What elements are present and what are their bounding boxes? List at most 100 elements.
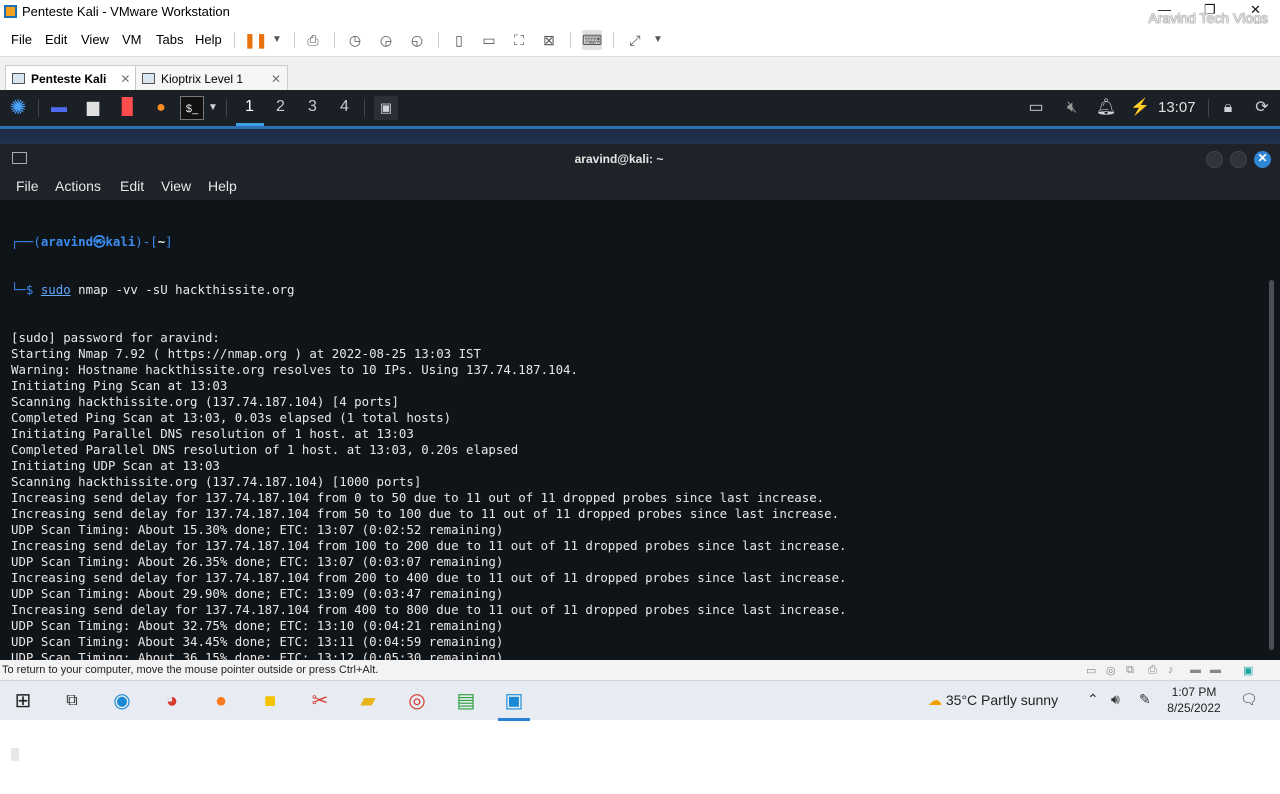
text-editor-icon[interactable]: ▉ (116, 96, 140, 120)
terminal-output-area[interactable]: ┌──(aravind㉿kali)-[~] └─$ sudo nmap -vv … (0, 200, 1280, 761)
close-tab-icon[interactable]: ✕ (271, 72, 281, 86)
tab-label: Kioptrix Level 1 (161, 71, 244, 86)
toolbar-separator (294, 32, 295, 48)
output-line: Initiating Ping Scan at 13:03 (11, 378, 228, 393)
refresh-icon[interactable]: ⟳ (1250, 96, 1274, 120)
terminal-menu-edit[interactable]: Edit (120, 178, 144, 194)
terminal-tasks-icon[interactable]: ▣ (374, 96, 398, 120)
unity-icon[interactable]: ⊠ (539, 30, 559, 50)
terminal-scrollbar[interactable] (1269, 280, 1274, 650)
firefox-icon[interactable]: ● (149, 96, 173, 120)
terminal-menu-actions[interactable]: Actions (55, 178, 101, 194)
output-line: Starting Nmap 7.92 ( https://nmap.org ) … (11, 346, 481, 361)
usb-icon[interactable]: ▬ (1210, 664, 1224, 676)
tab-kioptrix-level-1[interactable]: Kioptrix Level 1 ✕ (135, 65, 289, 91)
output-line: Increasing send delay for 137.74.187.104… (11, 506, 840, 521)
output-line: UDP Scan Timing: About 34.45% done; ETC:… (11, 634, 504, 649)
vmware-title-bar: Penteste Kali - VMware Workstation — ❐ ✕… (0, 0, 1280, 26)
panel-bottom-border (0, 126, 1280, 129)
cd-drive-icon[interactable]: ◎ (1106, 664, 1120, 677)
console-view-icon[interactable]: ⌨ (582, 30, 602, 50)
menu-file[interactable]: File (11, 32, 32, 47)
prompt-at: ㉿ (93, 234, 106, 249)
terminal-close-button[interactable]: ✕ (1254, 151, 1271, 168)
full-screen-icon[interactable]: ⛶ (509, 30, 529, 50)
clock-date: 8/25/2022 (1167, 701, 1221, 715)
terminal-minimize-button[interactable] (1206, 151, 1223, 168)
menu-edit[interactable]: Edit (45, 32, 67, 47)
notepad-icon[interactable]: ▤ (452, 687, 480, 715)
vm-icon (142, 73, 155, 84)
task-view-icon[interactable]: ⧉ (58, 687, 86, 715)
thumbnail-icon[interactable]: ▭ (479, 30, 499, 50)
menu-vm[interactable]: VM (122, 32, 142, 47)
mute-icon[interactable]: 🔇︎ (1060, 96, 1084, 120)
pause-icon[interactable]: ❚❚ (244, 30, 267, 50)
revert-snapshot-icon[interactable]: ◶ (376, 30, 396, 50)
terminal-menu-file[interactable]: File (16, 178, 39, 194)
snipping-icon[interactable]: ✂ (306, 687, 334, 715)
send-ctrl-alt-del-icon[interactable]: ⎙ (303, 30, 323, 50)
output-line: Increasing send delay for 137.74.187.104… (11, 602, 847, 617)
network-icon[interactable]: ⧉ (1126, 664, 1140, 676)
screen-recorder-icon[interactable]: ◎ (403, 687, 431, 715)
output-line: UDP Scan Timing: About 15.30% done; ETC:… (11, 522, 504, 537)
hard-disk-icon[interactable]: ▭ (1086, 664, 1100, 677)
bell-icon[interactable]: 🔔︎ (1094, 96, 1118, 120)
usb-icon[interactable]: ▬ (1190, 664, 1204, 676)
firefox-icon[interactable]: ● (207, 687, 235, 715)
terminal-menu-view[interactable]: View (161, 178, 191, 194)
terminal-icon[interactable]: $_ (180, 96, 204, 120)
workspace-1[interactable]: 1 (245, 98, 254, 116)
output-line: Completed Parallel DNS resolution of 1 h… (11, 442, 519, 457)
workspace-4[interactable]: 4 (340, 98, 349, 116)
sticky-notes-icon[interactable]: ■ (256, 687, 284, 715)
output-line: Scanning hackthissite.org (137.74.187.10… (11, 474, 422, 489)
terminal-menu-help[interactable]: Help (208, 178, 237, 194)
menu-help[interactable]: Help (195, 32, 222, 47)
snapshot-icon[interactable]: ◷ (345, 30, 365, 50)
desktop-icon[interactable]: ▬ (47, 96, 71, 120)
menu-tabs[interactable]: Tabs (156, 32, 183, 47)
notifications-icon[interactable]: 🗨︎ (1240, 691, 1258, 708)
output-line: Increasing send delay for 137.74.187.104… (11, 538, 847, 553)
tray-overflow-icon[interactable]: ⌃ (1087, 691, 1099, 708)
volume-icon[interactable]: 🔊︎ (1111, 691, 1120, 708)
chevron-down-icon[interactable]: ▼ (648, 30, 668, 50)
tab-penteste-kali[interactable]: Penteste Kali ✕ (5, 65, 138, 91)
system-clock[interactable]: 1:07 PM 8/25/2022 (1164, 684, 1224, 716)
start-icon[interactable]: ⊞ (9, 687, 37, 715)
weather-widget[interactable]: ☁ 35°C Partly sunny (928, 692, 1058, 709)
output-line: Scanning hackthissite.org (137.74.187.10… (11, 394, 399, 409)
toolbar-separator (334, 32, 335, 48)
workspace-3[interactable]: 3 (308, 98, 317, 116)
chevron-down-icon[interactable]: ▼ (204, 96, 222, 120)
status-message: To return to your computer, move the mou… (2, 664, 379, 676)
lock-icon[interactable]: 🔒︎ (1216, 96, 1240, 120)
toolbar-separator (234, 32, 235, 48)
file-explorer-icon[interactable]: ▰ (354, 687, 382, 715)
sound-icon[interactable]: ♪ (1168, 664, 1182, 676)
menu-view[interactable]: View (81, 32, 109, 47)
printer-icon[interactable]: ⎙ (1148, 664, 1162, 676)
display-icon[interactable]: ▭ (1024, 96, 1048, 120)
chrome-icon[interactable]: ◕ (158, 687, 186, 715)
vmware-icon[interactable]: ▣ (500, 687, 528, 715)
power-icon[interactable]: ⚡ (1128, 96, 1152, 120)
terminal-menu-bar: File Actions Edit View Help (0, 174, 1280, 200)
close-tab-icon[interactable]: ✕ (120, 72, 130, 86)
message-icon[interactable]: ▣ (1243, 664, 1257, 677)
workspace-2[interactable]: 2 (276, 98, 285, 116)
stretch-icon[interactable]: ⤢ (625, 30, 645, 50)
terminal-maximize-button[interactable] (1230, 151, 1247, 168)
snapshot-manager-icon[interactable]: ◵ (407, 30, 427, 50)
terminal-title-bar[interactable]: aravind@kali: ~ ✕ (0, 144, 1280, 174)
chevron-down-icon[interactable]: ▼ (267, 30, 287, 50)
prompt-symbol: └─$ (11, 282, 41, 297)
files-icon[interactable]: ▆ (81, 96, 105, 120)
output-line: Increasing send delay for 137.74.187.104… (11, 490, 825, 505)
kali-menu-icon[interactable]: ✺ (6, 96, 30, 120)
pen-icon[interactable]: ✎ (1139, 691, 1151, 708)
library-icon[interactable]: ▯ (449, 30, 469, 50)
edge-icon[interactable]: ◉ (108, 687, 136, 715)
